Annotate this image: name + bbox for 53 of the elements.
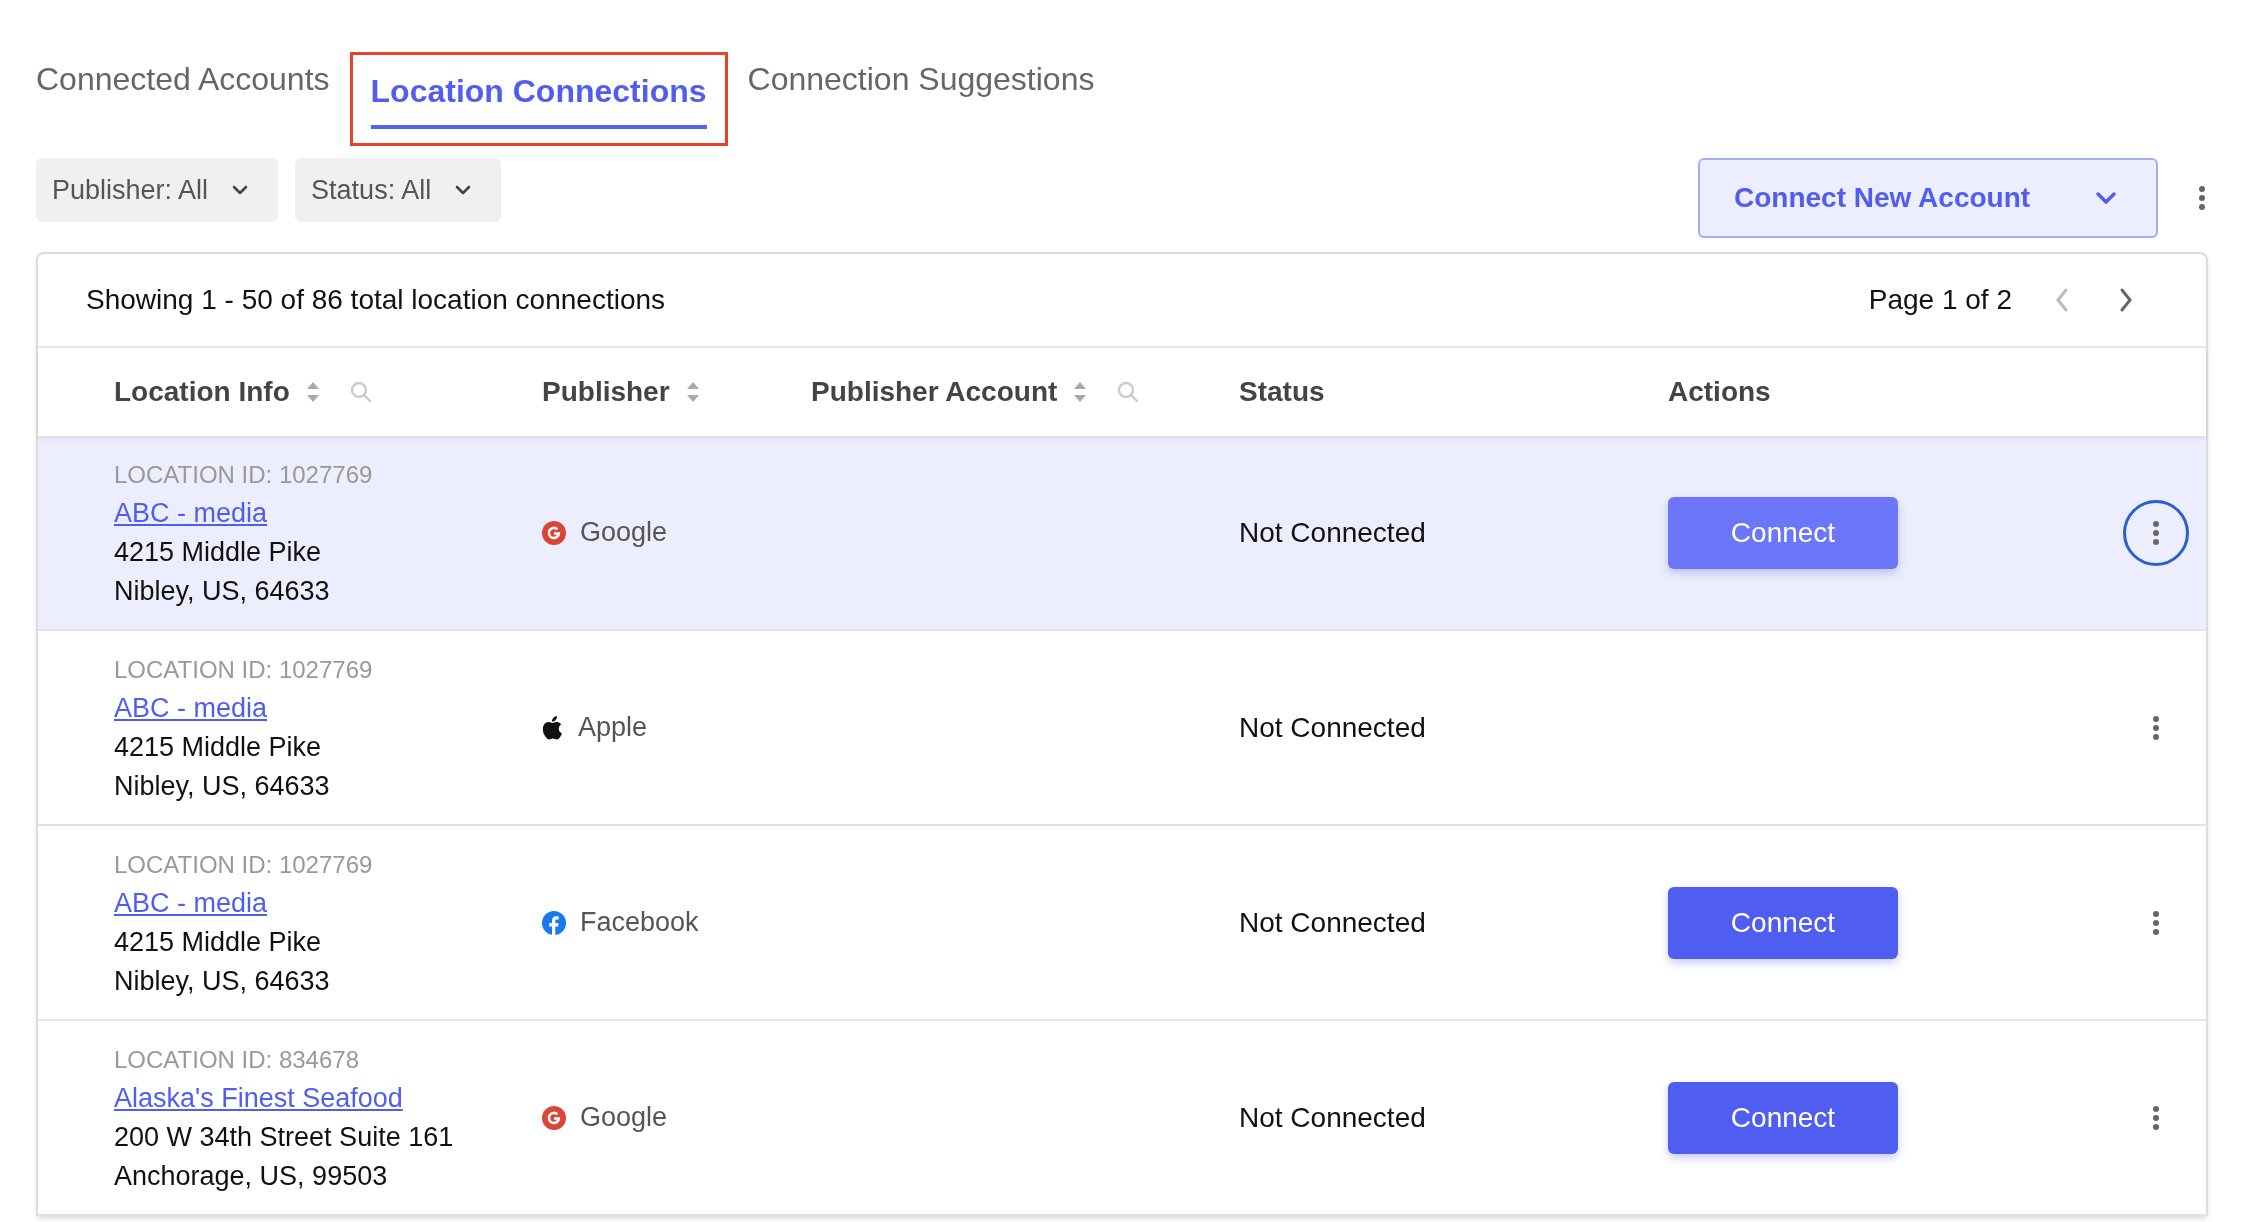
tab[interactable]: Connection Suggestions	[747, 55, 1095, 117]
status-text: Not Connected	[1239, 710, 1427, 745]
column-title: Publisher Account	[811, 375, 1058, 409]
location-name-link[interactable]: ABC - media	[114, 883, 268, 923]
connect-button[interactable]: Connect	[1668, 496, 1898, 569]
more-options-icon[interactable]	[2152, 1104, 2160, 1131]
row-menu-button[interactable]	[2123, 499, 2189, 566]
facebook-logo-icon	[542, 910, 566, 935]
publisher-name: Apple	[578, 711, 648, 745]
publisher-name: Google	[580, 1101, 668, 1135]
location-address: 4215 Middle Pike	[114, 730, 323, 764]
results-summary: Showing 1 - 50 of 86 total location connections	[86, 283, 666, 317]
connect-button[interactable]: Connect	[1668, 1081, 1898, 1154]
table-row[interactable]: LOCATION ID: 1027769 ABC - media 4215 Middle Pike Nibley, US, 64633 Google Not Connected Connect	[38, 436, 2206, 631]
status-text: Not Connected	[1239, 515, 1427, 550]
status-text: Not Connected	[1239, 1100, 1427, 1135]
location-id: LOCATION ID: 1027769	[114, 459, 374, 490]
table-row[interactable]: LOCATION ID: 1027769 ABC - media 4215 Middle Pike Nibley, US, 64633 Apple Not Connected	[38, 631, 2206, 826]
table-row[interactable]: LOCATION ID: 834678 Alaska's Finest Seafood 200 W 34th Street Suite 161 Anchorage, US, 99503 Google Not Connected Connect	[38, 1021, 2206, 1216]
publisher-name: Facebook	[580, 906, 699, 940]
google-logo-icon	[542, 1105, 566, 1130]
location-address: 200 W 34th Street Suite 161	[114, 1120, 455, 1154]
column-title: Actions	[1668, 375, 1771, 409]
apple-logo-icon	[542, 715, 564, 740]
publisher-name: Google	[580, 516, 668, 550]
filter-dropdown[interactable]: Publisher: All	[36, 158, 279, 222]
more-options-icon	[2152, 519, 2160, 546]
location-id: LOCATION ID: 1027769	[114, 849, 374, 880]
status-text: Not Connected	[1239, 905, 1427, 940]
location-address: 4215 Middle Pike	[114, 535, 323, 569]
column-title: Location Info	[114, 375, 290, 409]
connect-button[interactable]: Connect	[1668, 886, 1898, 959]
location-address: 4215 Middle Pike	[114, 925, 323, 959]
tab[interactable]: Connected Accounts	[36, 55, 330, 117]
location-city: Nibley, US, 64633	[114, 769, 331, 803]
more-options-icon[interactable]	[2152, 909, 2160, 936]
location-id: LOCATION ID: 834678	[114, 1044, 360, 1075]
location-city: Nibley, US, 64633	[114, 964, 331, 998]
location-name-link[interactable]: Alaska's Finest Seafood	[114, 1078, 403, 1118]
location-name-link[interactable]: ABC - media	[114, 493, 268, 533]
more-options-icon[interactable]	[2152, 714, 2160, 741]
column-title: Status	[1239, 375, 1325, 409]
location-id: LOCATION ID: 1027769	[114, 654, 374, 685]
column-title: Publisher	[542, 375, 670, 409]
location-city: Anchorage, US, 99503	[114, 1159, 389, 1193]
location-city: Nibley, US, 64633	[114, 574, 331, 608]
filter-dropdown[interactable]: Status: All	[295, 158, 502, 222]
google-logo-icon	[542, 520, 566, 545]
table-row[interactable]: LOCATION ID: 1027769 ABC - media 4215 Middle Pike Nibley, US, 64633 Facebook Not Connected Connect	[38, 826, 2206, 1021]
location-name-link[interactable]: ABC - media	[114, 688, 268, 728]
connect-new-account-button[interactable]: Connect New Account	[1698, 158, 2158, 238]
page-indicator: Page 1 of 2	[1868, 283, 2012, 317]
more-options-icon[interactable]	[2198, 185, 2206, 211]
